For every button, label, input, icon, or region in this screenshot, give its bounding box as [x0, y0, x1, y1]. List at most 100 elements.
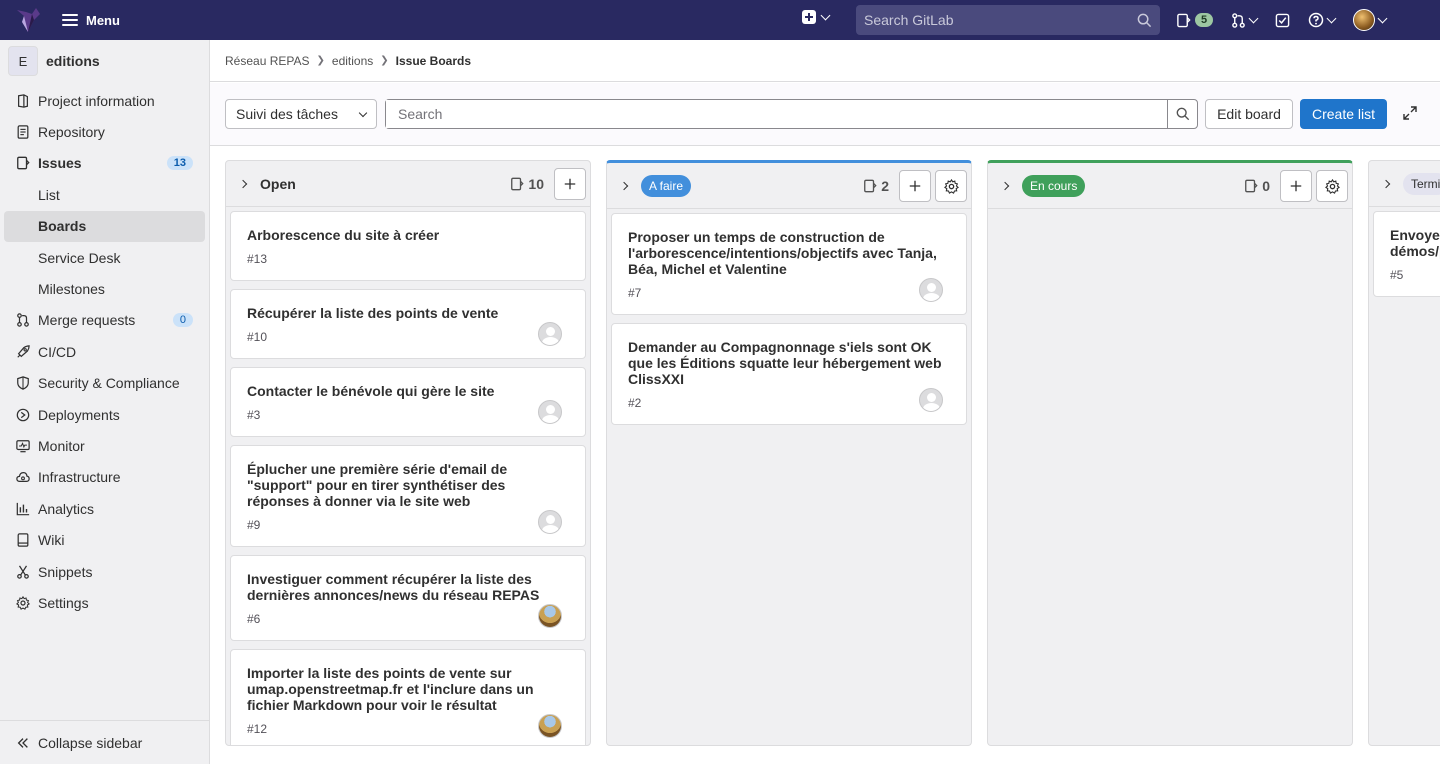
collapse-sidebar-label: Collapse sidebar — [38, 734, 143, 751]
list-header: En cours 0 — [988, 163, 1352, 209]
assignee-avatar[interactable] — [538, 400, 562, 424]
issue-card[interactable]: Arborescence du site à créer #13 — [230, 211, 586, 281]
issues-count-badge: 5 — [1195, 13, 1214, 27]
issues-icon — [511, 177, 525, 191]
issues-icon — [864, 179, 877, 193]
sidebar-item-label: Issues — [38, 155, 82, 172]
issue-card[interactable]: Récupérer la liste des points de vente #1… — [230, 289, 586, 359]
sidebar-item-project-information[interactable]: Project information — [0, 85, 209, 116]
issue-title[interactable]: Importer la liste des points de vente su… — [247, 665, 569, 713]
new-issue-button[interactable] — [899, 170, 931, 202]
expand-icon[interactable] — [1402, 105, 1418, 121]
todo-icon — [1275, 13, 1290, 27]
global-search-input[interactable] — [864, 12, 1137, 28]
issue-title[interactable]: Récupérer la liste des points de vente — [247, 305, 569, 321]
list-cards: Proposer un temps de construction de l'a… — [607, 209, 971, 437]
board-switcher-dropdown[interactable]: Suivi des tâches — [225, 99, 377, 129]
issue-card[interactable]: Investiguer comment récupérer la liste d… — [230, 555, 586, 641]
issue-card[interactable]: Contacter le bénévole qui gère le site #3 — [230, 367, 586, 437]
list-settings-button[interactable] — [935, 170, 967, 202]
sidebar-item-settings[interactable]: Settings — [0, 587, 209, 618]
sidebar-item-infrastructure[interactable]: Infrastructure — [0, 462, 209, 493]
sidebar-item-label: Boards — [38, 218, 87, 235]
issue-card[interactable]: Demander au Compagnonnage s'iels sont OK… — [611, 323, 967, 425]
issue-id: #12 — [247, 722, 268, 736]
list-issue-count: 0 — [1244, 178, 1270, 194]
chevron-right-icon[interactable] — [1000, 181, 1010, 190]
create-list-button[interactable]: Create list — [1300, 99, 1387, 129]
edit-board-button[interactable]: Edit board — [1205, 99, 1293, 129]
help-icon — [1308, 12, 1324, 28]
global-search[interactable] — [856, 5, 1160, 35]
issue-title[interactable]: Demander au Compagnonnage s'iels sont OK… — [628, 339, 950, 387]
new-dropdown-button[interactable] — [802, 10, 831, 24]
new-issue-button[interactable] — [554, 168, 586, 200]
sidebar-item-repository[interactable]: Repository — [0, 116, 209, 147]
user-menu-button[interactable] — [1353, 9, 1388, 31]
menu-label: Menu — [86, 12, 120, 28]
issue-card[interactable]: Envoyer démos/p #5 — [1373, 211, 1440, 297]
assignee-avatar[interactable] — [919, 388, 943, 412]
chevron-right-icon: ❯ — [316, 55, 325, 66]
issue-title[interactable]: Proposer un temps de construction de l'a… — [628, 229, 950, 277]
chevron-right-icon[interactable] — [619, 181, 629, 190]
menu-button[interactable]: Menu — [62, 8, 120, 32]
issue-id: #13 — [247, 252, 268, 266]
breadcrumb-project[interactable]: editions — [332, 54, 373, 68]
sidebar-item-monitor[interactable]: Monitor — [0, 430, 209, 461]
assignee-avatar[interactable] — [538, 322, 562, 346]
sidebar-item-service-desk[interactable]: Service Desk — [0, 242, 209, 273]
issue-card[interactable]: Importer la liste des points de vente su… — [230, 649, 586, 745]
gitlab-logo[interactable] — [14, 6, 44, 34]
list-cards — [988, 209, 1352, 217]
list-label[interactable]: A faire — [641, 174, 692, 197]
list-settings-button[interactable] — [1316, 170, 1348, 202]
sidebar-item-boards[interactable]: Boards — [4, 210, 205, 242]
help-nav-button[interactable] — [1308, 12, 1337, 28]
issue-title[interactable]: Contacter le bénévole qui gère le site — [247, 383, 569, 399]
issue-title[interactable]: Envoyer démos/p — [1390, 227, 1440, 259]
issue-title[interactable]: Éplucher une première série d'email de "… — [247, 461, 569, 509]
chevron-right-icon[interactable] — [1381, 179, 1391, 188]
assignee-avatar[interactable] — [538, 604, 562, 628]
todos-nav-button[interactable] — [1275, 13, 1290, 28]
list-count-value: 10 — [528, 176, 544, 192]
sidebar-item-merge-requests[interactable]: Merge requests 0 — [0, 305, 209, 336]
sidebar-item-list[interactable]: List — [0, 179, 209, 210]
sidebar-item-ci-cd[interactable]: CI/CD — [0, 336, 209, 367]
rocket-icon — [16, 345, 30, 359]
deployments-icon — [16, 408, 30, 422]
merge-requests-nav-button[interactable] — [1231, 12, 1259, 28]
sidebar-item-label: Repository — [38, 124, 105, 141]
issue-title[interactable]: Arborescence du site à créer — [247, 227, 569, 243]
sidebar-item-snippets[interactable]: Snippets — [0, 556, 209, 587]
hamburger-icon — [62, 14, 78, 26]
issue-title[interactable]: Investiguer comment récupérer la liste d… — [247, 571, 569, 603]
issue-card[interactable]: Proposer un temps de construction de l'a… — [611, 213, 967, 315]
sidebar-item-wiki[interactable]: Wiki — [0, 524, 209, 555]
sidebar-item-issues[interactable]: Issues 13 — [0, 148, 209, 179]
breadcrumb-current[interactable]: Issue Boards — [396, 54, 471, 68]
sidebar-item-label: Wiki — [38, 532, 65, 549]
chevron-right-icon[interactable] — [238, 179, 248, 188]
issues-nav-button[interactable]: 5 — [1176, 13, 1214, 28]
issue-card[interactable]: Éplucher une première série d'email de "… — [230, 445, 586, 547]
collapse-sidebar-button[interactable]: Collapse sidebar — [0, 720, 210, 764]
chevron-down-icon — [358, 108, 368, 117]
sidebar-item-security[interactable]: Security & Compliance — [0, 368, 209, 399]
breadcrumb-group[interactable]: Réseau REPAS — [225, 54, 310, 68]
assignee-avatar[interactable] — [538, 714, 562, 738]
board-search-input[interactable] — [386, 100, 1167, 128]
new-issue-button[interactable] — [1280, 170, 1312, 202]
project-header[interactable]: E editions — [0, 40, 209, 82]
sidebar: E editions Project information Repositor… — [0, 40, 210, 764]
list-label[interactable]: En cours — [1022, 174, 1086, 197]
assignee-avatar[interactable] — [538, 510, 562, 534]
sidebar-item-milestones[interactable]: Milestones — [0, 273, 209, 304]
list-label[interactable]: Termi — [1403, 172, 1440, 195]
sidebar-item-deployments[interactable]: Deployments — [0, 399, 209, 430]
assignee-avatar[interactable] — [919, 278, 943, 302]
breadcrumb: Réseau REPAS ❯ editions ❯ Issue Boards — [210, 40, 1440, 82]
board-search-button[interactable] — [1167, 100, 1197, 128]
sidebar-item-analytics[interactable]: Analytics — [0, 493, 209, 524]
